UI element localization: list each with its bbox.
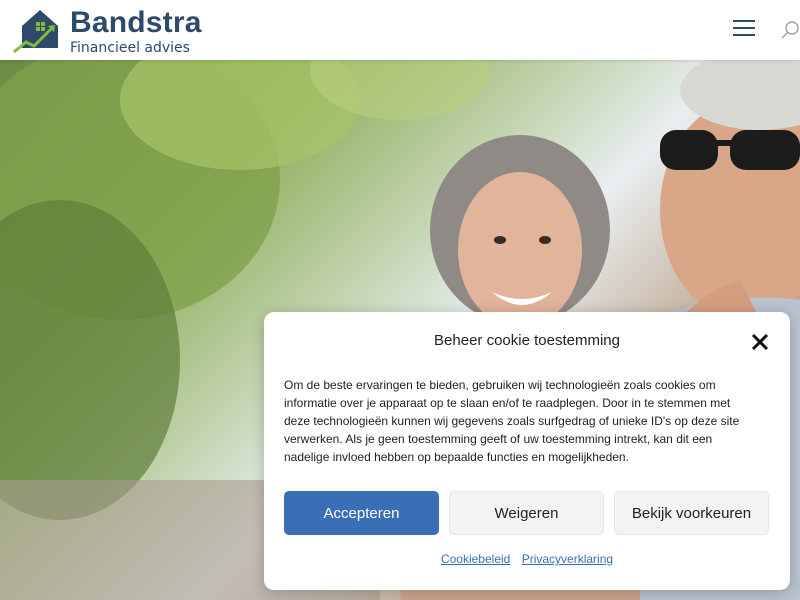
search-icon[interactable]: [780, 20, 800, 40]
modal-body-text: Om de beste ervaringen te bieden, gebrui…: [284, 378, 740, 464]
house-chart-logo-icon: [13, 10, 58, 54]
site-header: Bandstra Financieel advies: [0, 0, 800, 60]
accept-button[interactable]: Accepteren: [284, 491, 439, 535]
modal-links: Cookiebeleid Privacyverklaring: [264, 552, 790, 566]
logo-tagline: Financieel advies: [70, 40, 190, 56]
preferences-button[interactable]: Bekijk voorkeuren: [614, 491, 769, 535]
logo-name: Bandstra: [70, 6, 202, 39]
cookie-consent-modal: Beheer cookie toestemming Om de beste er…: [264, 312, 790, 590]
modal-title: Beheer cookie toestemming: [434, 332, 620, 349]
close-icon[interactable]: [750, 332, 770, 352]
hamburger-icon[interactable]: [733, 20, 755, 38]
privacy-link[interactable]: Privacyverklaring: [522, 552, 613, 566]
cookie-policy-link[interactable]: Cookiebeleid: [441, 552, 510, 566]
logo[interactable]: Bandstra Financieel advies: [12, 4, 212, 56]
deny-button[interactable]: Weigeren: [449, 491, 604, 535]
